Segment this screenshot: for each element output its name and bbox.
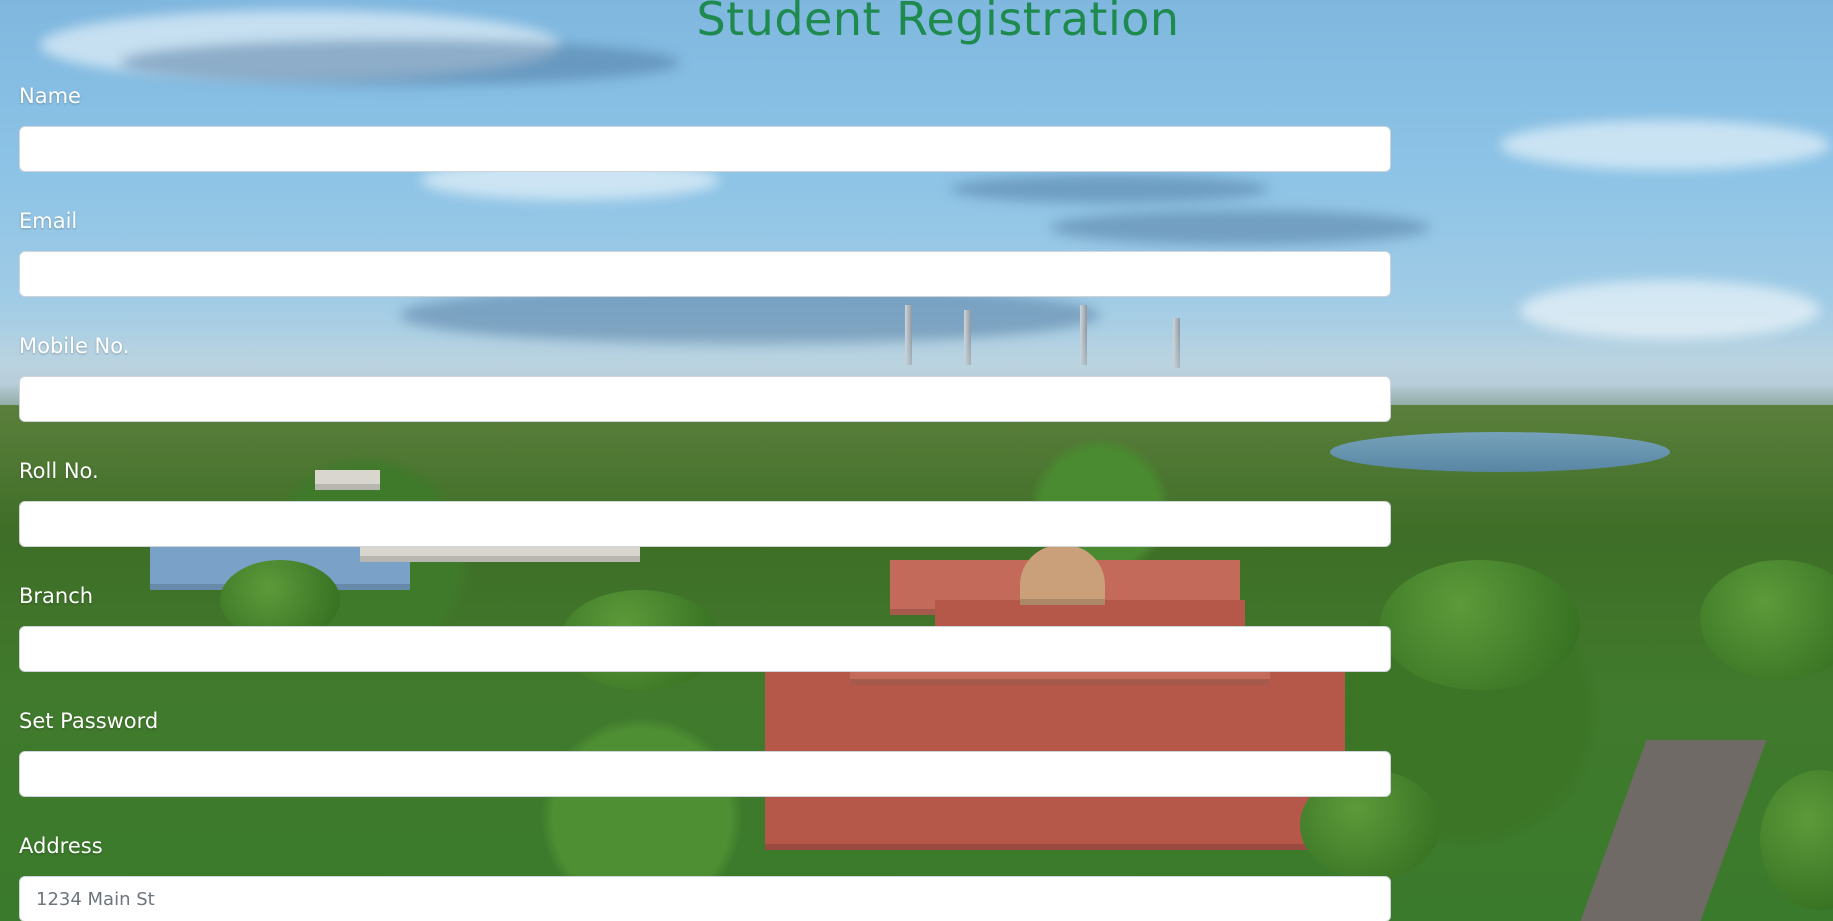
mobile-label: Mobile No. (19, 334, 130, 358)
branch-label: Branch (19, 584, 94, 608)
mobile-input[interactable] (19, 376, 1391, 422)
name-label: Name (19, 84, 81, 108)
password-input[interactable] (19, 751, 1391, 797)
address-field-group: Address (19, 834, 1391, 921)
roll-field-group: Roll No. (19, 459, 1391, 580)
roll-label: Roll No. (19, 459, 99, 483)
name-field-group: Name (19, 84, 1391, 205)
email-label: Email (19, 209, 78, 233)
email-input[interactable] (19, 251, 1391, 297)
registration-form: Name Email Mobile No. Roll No. Branch Se… (19, 80, 1391, 921)
roll-input[interactable] (19, 501, 1391, 547)
email-field-group: Email (19, 209, 1391, 330)
branch-field-group: Branch (19, 584, 1391, 705)
mobile-field-group: Mobile No. (19, 334, 1391, 455)
address-label: Address (19, 834, 103, 858)
name-input[interactable] (19, 126, 1391, 172)
password-field-group: Set Password (19, 709, 1391, 830)
address-input[interactable] (19, 876, 1391, 921)
page-title: Student Registration (696, 0, 1180, 46)
branch-input[interactable] (19, 626, 1391, 672)
password-label: Set Password (19, 709, 159, 733)
